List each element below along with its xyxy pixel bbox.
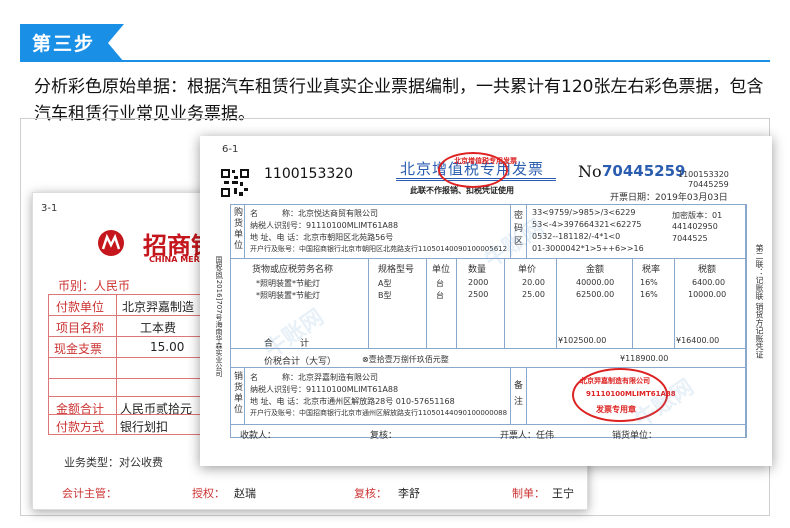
footer-checker: 复核： bbox=[370, 431, 398, 441]
receipt-footer-check-label: 复核： bbox=[354, 487, 387, 500]
footer-issuer: 开票人：任伟 bbox=[500, 431, 555, 441]
receipt-footer-auth-value: 赵瑞 bbox=[234, 487, 256, 500]
receipt-label-method: 付款方式 bbox=[56, 420, 105, 434]
cipher-v1: 441402950 bbox=[672, 222, 718, 231]
receipt-value-total: 人民币贰拾元 bbox=[120, 402, 193, 416]
header-spec: 规格型号 bbox=[378, 265, 415, 275]
seller-stamp-label: 发票专用章 bbox=[596, 405, 636, 414]
step-label: 第三步 bbox=[32, 33, 96, 55]
buyer-side-label: 购货单位 bbox=[234, 208, 244, 251]
title-stamp-text: 北京增值税专用发票 bbox=[454, 157, 517, 165]
receipt-serial: 3-1 bbox=[41, 203, 58, 214]
footer-payee: 收款人： bbox=[240, 431, 277, 441]
seller-tax-id: 纳税人识别号：91110100MLIMT61A88 bbox=[250, 385, 399, 394]
header-rule bbox=[20, 60, 770, 62]
invoice-number-side: 1100153320 bbox=[678, 170, 729, 179]
item-2-tax: 10000.00 bbox=[688, 290, 727, 299]
cipher-line-1: 33<9759/>985>/3<6229 bbox=[532, 208, 636, 217]
cipher-line-2: 53<-4>397664321<62275 bbox=[532, 220, 642, 229]
cipher-v2: 7044525 bbox=[672, 234, 708, 243]
item-1-spec: A型 bbox=[378, 279, 392, 288]
total-amount: ¥102500.00 bbox=[558, 336, 607, 345]
cipher-line-3: 0532--181182/-4*1<0 bbox=[532, 232, 621, 241]
grand-total-small: ¥118900.00 bbox=[620, 354, 669, 363]
buyer-address: 地 址、电 话：北京市朝阳区北苑路56号 bbox=[250, 233, 394, 242]
item-1-unit: 台 bbox=[436, 279, 444, 288]
header-amount: 金额 bbox=[586, 265, 605, 275]
receipt-label-total: 金额合计 bbox=[56, 402, 105, 416]
footer-seller: 销货单位： bbox=[612, 431, 658, 441]
qr-code-icon bbox=[220, 168, 250, 198]
item-2-name: *照明装置*节能灯 bbox=[256, 291, 320, 300]
invoice-number: 70445259 bbox=[602, 162, 686, 180]
seller-stamp-id: 91110100MLIMT61A88 bbox=[586, 390, 676, 398]
receipt-footer-auth-label: 授权： bbox=[192, 487, 225, 500]
left-vertical-text: 国税函[2016]707号海南华森实业公司 bbox=[215, 256, 223, 377]
cipher-line-4: 01-3000042*1>5++6>>16 bbox=[532, 244, 644, 253]
item-2-amount: 62500.00 bbox=[576, 290, 615, 299]
receipt-footer-maker-label: 制单： bbox=[512, 487, 545, 500]
buyer-name: 名 称：北京悦达商贸有限公司 bbox=[250, 209, 378, 218]
receipt-footer-accountant: 会计主管： bbox=[62, 487, 117, 500]
item-2-spec: B型 bbox=[378, 291, 392, 300]
header-unit: 单位 bbox=[432, 265, 451, 275]
receipt-business-type: 业务类型：对公收费 bbox=[64, 456, 163, 469]
invoice-serial: 6-1 bbox=[222, 144, 239, 155]
invoice-date: 开票日期：2019年03月03日 bbox=[610, 193, 728, 203]
seller-address: 地 址、电 话：北京市通州区解放路28号 010-57651168 bbox=[250, 397, 455, 406]
header-rate: 税率 bbox=[642, 265, 661, 275]
cipher-side-label: 密码区 bbox=[514, 211, 524, 247]
receipt-footer-check-value: 李舒 bbox=[398, 487, 420, 500]
total-tax: ¥16400.00 bbox=[676, 336, 720, 345]
seller-name: 名 称：北京羿嘉制造有限公司 bbox=[250, 373, 378, 382]
receipt-value-cheque: 15.00 bbox=[150, 340, 185, 354]
item-2-unit: 台 bbox=[436, 291, 444, 300]
item-1-qty: 2000 bbox=[468, 278, 489, 287]
seller-bank: 开户行及账号：中国招商银行北京市通州区解放路支行1105014409010000… bbox=[250, 409, 508, 417]
header-goods: 货物或应税劳务名称 bbox=[252, 265, 334, 275]
grand-total-label: 价税合计（大写） bbox=[264, 357, 337, 367]
receipt-footer-maker-value: 王宁 bbox=[552, 487, 574, 500]
item-1-amount: 40000.00 bbox=[576, 278, 615, 287]
receipt-label-cheque: 现金支票 bbox=[54, 342, 103, 356]
invoice-no-symbol: No bbox=[578, 162, 602, 181]
header-tax: 税额 bbox=[698, 265, 717, 275]
receipt-value-payer: 北京羿嘉制造 bbox=[122, 300, 195, 314]
invoice-number-side2: 70445259 bbox=[688, 180, 729, 189]
grand-total-words: ⊗壹拾壹万捌仟玖佰元整 bbox=[362, 355, 449, 364]
receipt-label-item: 项目名称 bbox=[56, 321, 105, 335]
item-1-price: 20.00 bbox=[522, 278, 545, 287]
note-label: 备注 bbox=[514, 381, 524, 407]
receipt-currency: 币别：人民币 bbox=[58, 279, 131, 293]
bank-logo-icon bbox=[98, 230, 124, 256]
receipt-label-payer: 付款单位 bbox=[56, 300, 105, 314]
receipt-value-method: 银行划扣 bbox=[120, 420, 169, 434]
total-label: 合 计 bbox=[264, 339, 310, 349]
item-1-rate: 16% bbox=[640, 278, 658, 287]
step-badge: 第三步 bbox=[20, 24, 124, 62]
right-vertical-text: 第二联：记账联 销货方记账凭证 bbox=[755, 244, 764, 359]
receipt-value-item: 工本费 bbox=[140, 321, 177, 335]
seller-side-label: 销货单位 bbox=[234, 372, 244, 415]
item-2-price: 25.00 bbox=[522, 290, 545, 299]
vat-invoice: 6-1 1100153320 北京增值税专用发票 此联不作报销、扣税凭证使用 N… bbox=[200, 136, 772, 466]
buyer-bank: 开户行及账号：中国招商银行北京市朝阳区北苑路支行1105014009010000… bbox=[250, 245, 508, 253]
invoice-code: 1100153320 bbox=[264, 166, 354, 182]
cipher-version: 加密版本：01 bbox=[672, 211, 723, 220]
seller-stamp-name: 北京羿嘉制造有限公司 bbox=[580, 377, 650, 385]
header-qty: 数量 bbox=[468, 265, 487, 275]
item-2-rate: 16% bbox=[640, 290, 658, 299]
buyer-tax-id: 纳税人识别号：91110100MLIMT61A88 bbox=[250, 221, 399, 230]
item-1-tax: 6400.00 bbox=[692, 278, 726, 287]
item-2-qty: 2500 bbox=[468, 290, 489, 299]
item-1-name: *照明装置*节能灯 bbox=[256, 279, 320, 288]
header-price: 单价 bbox=[518, 265, 537, 275]
